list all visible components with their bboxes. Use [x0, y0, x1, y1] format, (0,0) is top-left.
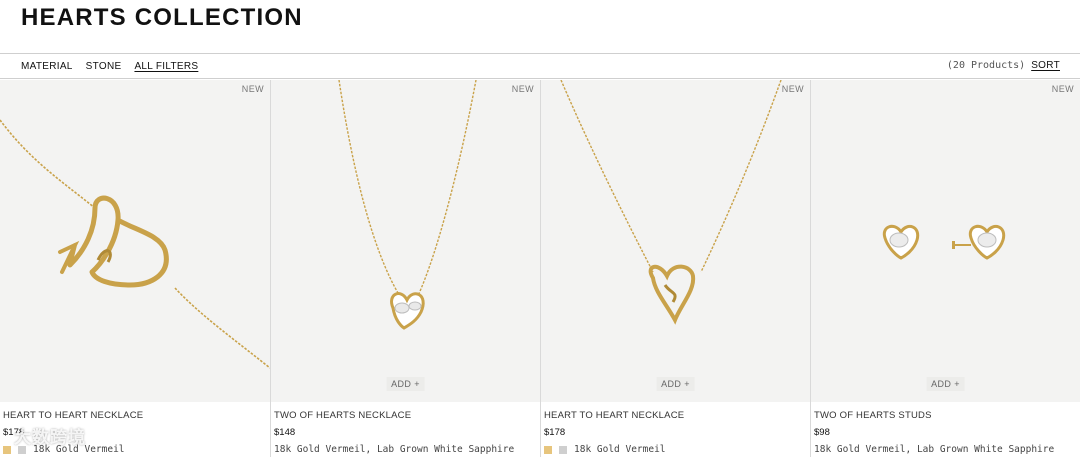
product-price: $98 — [814, 427, 830, 438]
product-name[interactable]: HEART TO HEART NECKLACE — [3, 410, 265, 421]
sort-button[interactable]: SORT — [1031, 60, 1060, 71]
stone-filter[interactable]: STONE — [86, 61, 122, 72]
silver-swatch[interactable] — [559, 445, 567, 454]
product-name[interactable]: TWO OF HEARTS NECKLACE — [274, 410, 536, 421]
product-info: HEART TO HEART NECKLACE $178 18k Gold Ve… — [544, 410, 806, 455]
product-count: (20 Products) — [946, 60, 1026, 71]
product-name[interactable]: HEART TO HEART NECKLACE — [544, 410, 806, 421]
product-price: $148 — [274, 427, 296, 438]
product-image[interactable]: NEW ADD + — [541, 80, 810, 402]
product-card[interactable]: NEW ADD + TWO OF HEARTS NECKLACE $148 18… — [270, 80, 540, 457]
new-badge: NEW — [511, 84, 534, 94]
product-card[interactable]: NEW HEART TO HEART NECKLACE $178 18k Gol… — [0, 80, 270, 457]
product-card[interactable]: NEW ADD + TWO OF HEARTS STUDS $98 18k Go… — [810, 80, 1080, 457]
new-badge: NEW — [1051, 84, 1074, 94]
watermark-logo: 大数跨境 — [14, 428, 86, 447]
gold-swatch[interactable] — [544, 445, 552, 454]
product-info: TWO OF HEARTS NECKLACE $148 18k Gold Ver… — [274, 410, 536, 455]
product-image[interactable]: NEW ADD + — [271, 80, 540, 402]
material-row: 18k Gold Vermeil, Lab Grown White Sapphi… — [814, 444, 1076, 455]
material-filter[interactable]: MATERIAL — [21, 61, 73, 72]
two-of-hearts-studs-image — [882, 224, 1006, 260]
two-of-hearts-necklace-image — [338, 80, 477, 330]
gold-swatch[interactable] — [3, 445, 11, 454]
product-card[interactable]: NEW ADD + HEART TO HEART NECKLACE $178 1… — [540, 80, 810, 457]
product-material: 18k Gold Vermeil, Lab Grown White Sapphi… — [814, 444, 1055, 455]
product-material: 18k Gold Vermeil, Lab Grown White Sapphi… — [274, 444, 515, 455]
product-image[interactable]: NEW ADD + — [811, 80, 1080, 402]
material-row: 18k Gold Vermeil — [544, 444, 806, 455]
sort-group: (20 Products) SORT — [947, 60, 1060, 71]
page-title: HEARTS COLLECTION — [21, 4, 303, 31]
filter-bar: MATERIAL STONE ALL FILTERS (20 Products)… — [0, 53, 1080, 79]
new-badge: NEW — [241, 84, 264, 94]
new-badge: NEW — [781, 84, 804, 94]
filter-group: MATERIAL STONE ALL FILTERS — [21, 61, 198, 72]
heart-to-heart-necklace-image — [560, 80, 782, 325]
add-to-cart-button[interactable]: ADD + — [926, 377, 965, 391]
add-to-cart-button[interactable]: ADD + — [656, 377, 695, 391]
product-image[interactable]: NEW — [0, 80, 270, 402]
material-row: 18k Gold Vermeil, Lab Grown White Sapphi… — [274, 444, 536, 455]
product-info: TWO OF HEARTS STUDS $98 18k Gold Vermeil… — [814, 410, 1076, 455]
add-to-cart-button[interactable]: ADD + — [386, 377, 425, 391]
product-material: 18k Gold Vermeil — [574, 444, 666, 455]
product-name[interactable]: TWO OF HEARTS STUDS — [814, 410, 1076, 421]
heart-necklace-closeup-image — [0, 119, 270, 369]
all-filters-button[interactable]: ALL FILTERS — [134, 61, 198, 72]
product-price: $178 — [544, 427, 566, 438]
product-grid: NEW HEART TO HEART NECKLACE $178 18k Gol… — [0, 80, 1080, 457]
